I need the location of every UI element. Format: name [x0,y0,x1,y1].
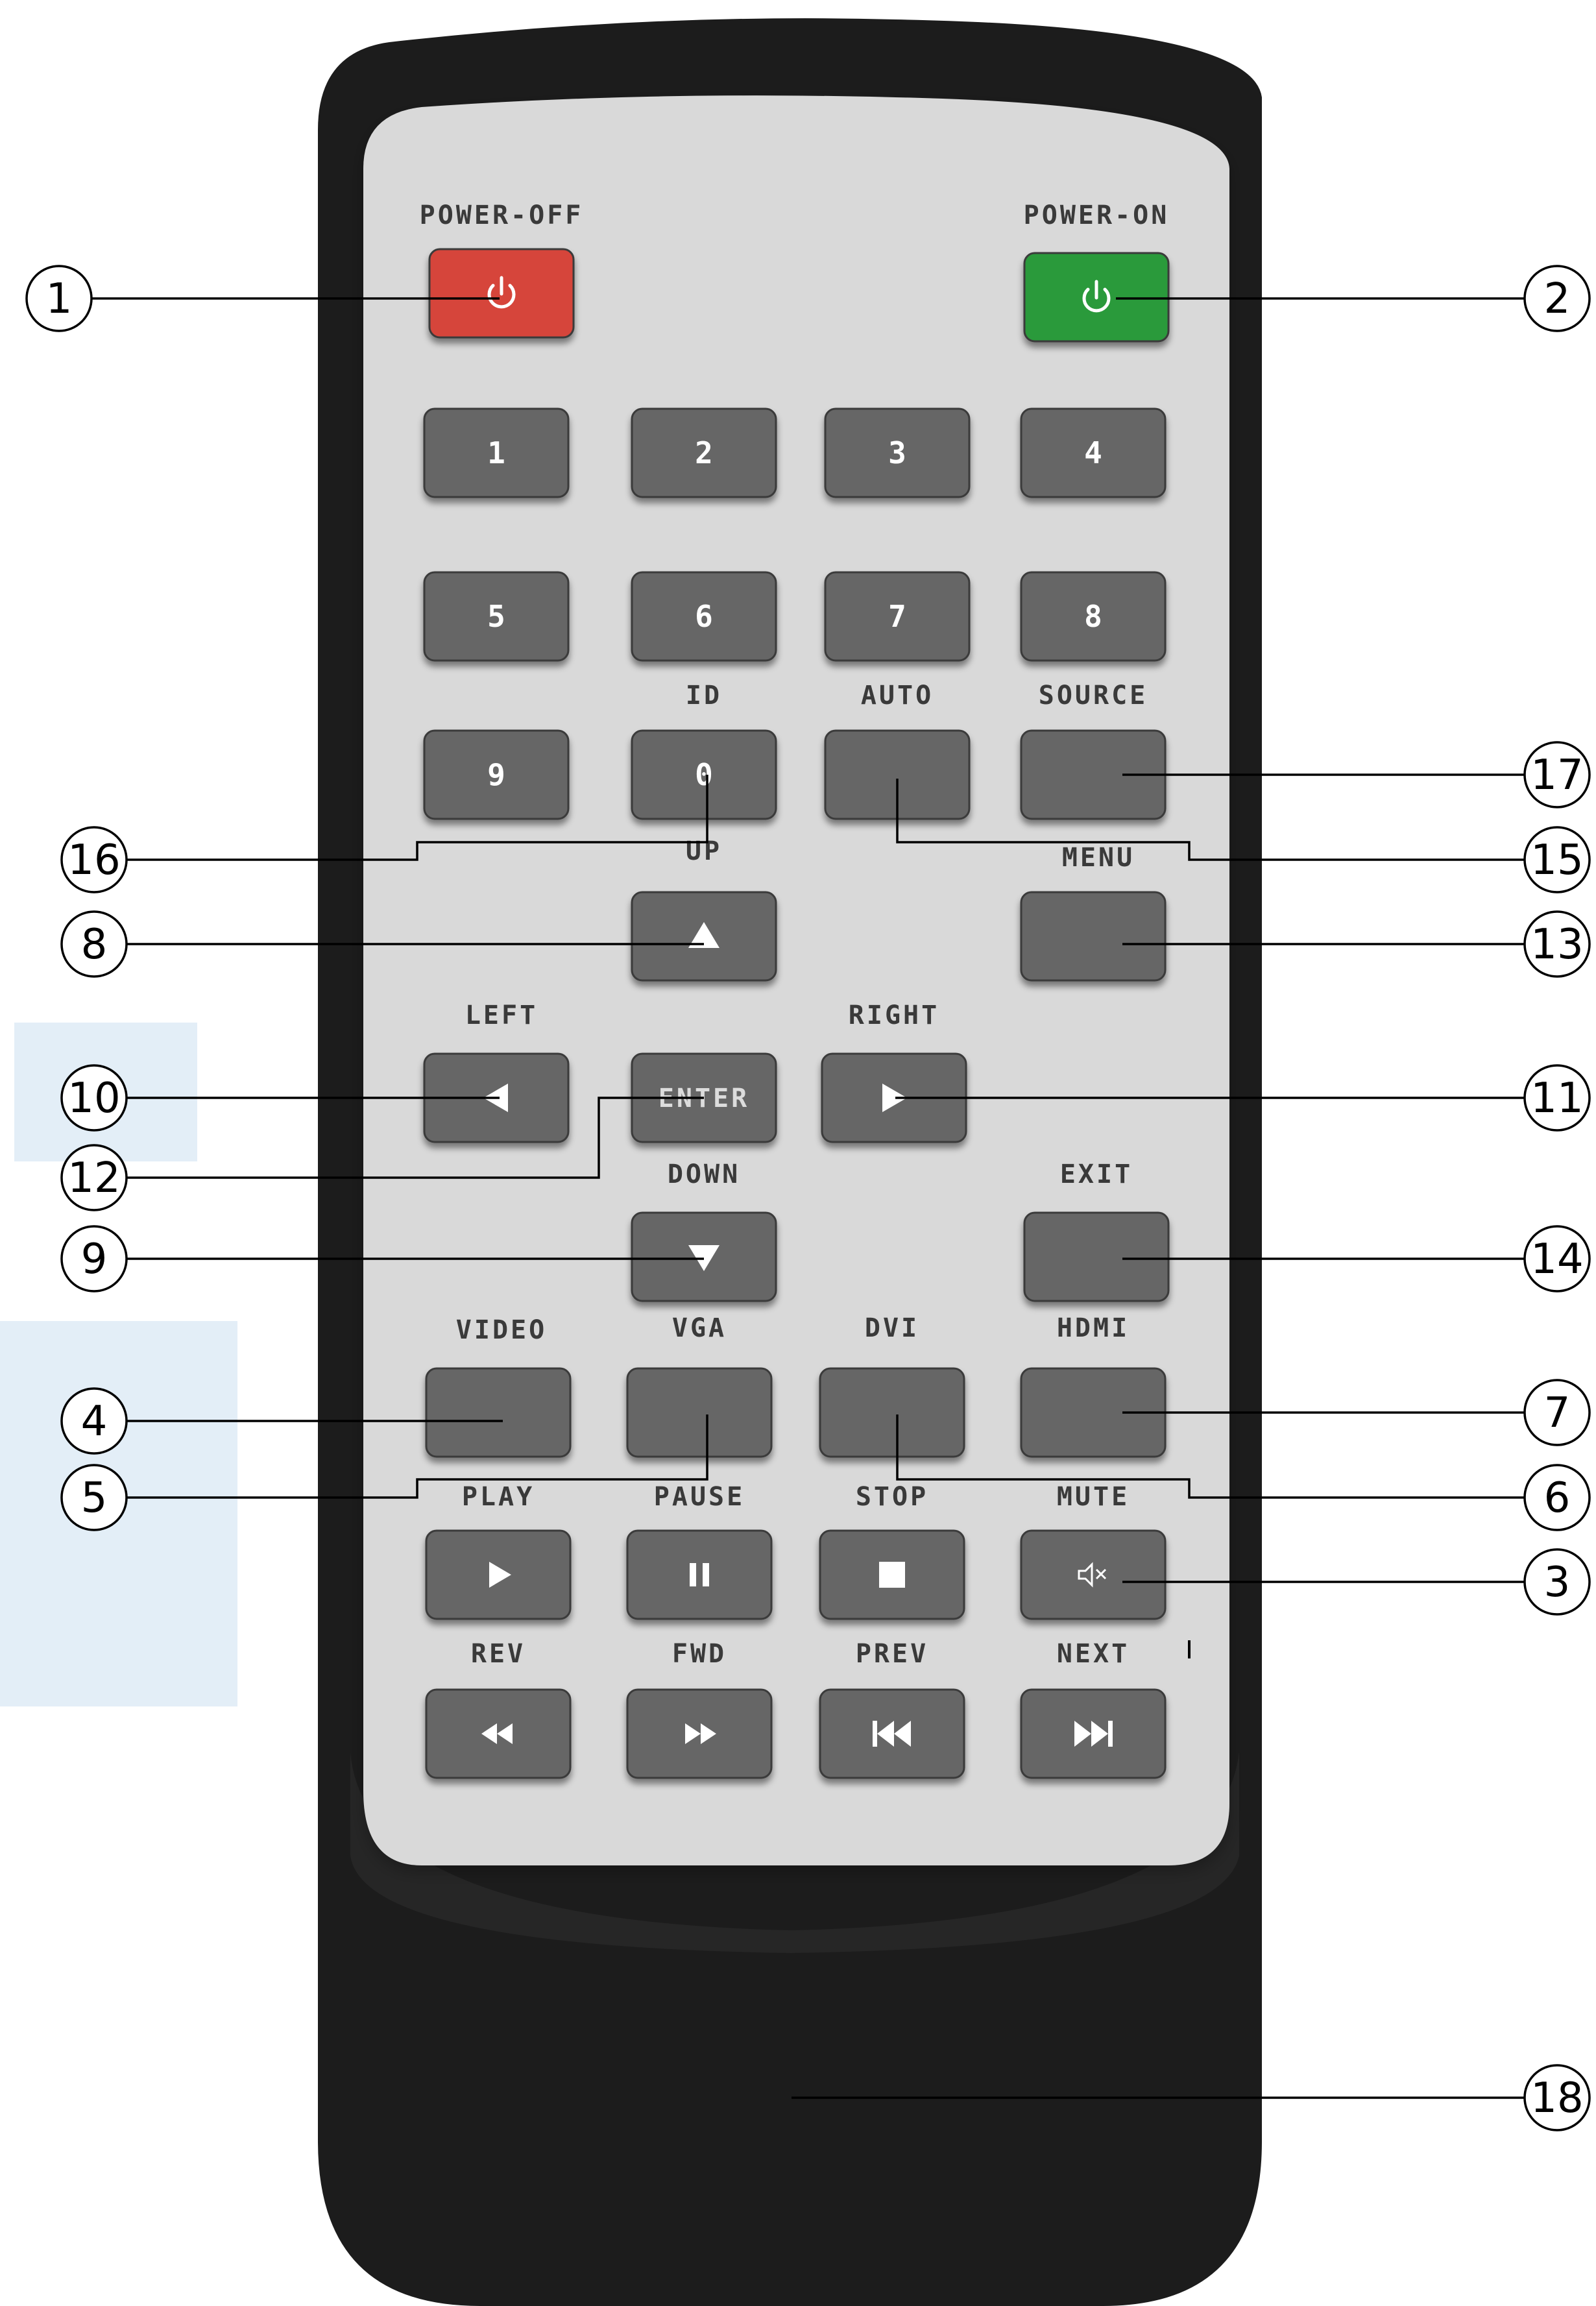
stop-label: STOP [856,1482,928,1512]
callout-number: 8 [81,921,108,969]
dvi-label: DVI [865,1313,919,1343]
callout-2: 2 [1523,265,1591,332]
up-label: UP [686,836,722,866]
power-off-label: POWER-OFF [420,200,584,230]
video-button[interactable] [425,1367,572,1458]
mute-label: MUTE [1057,1482,1130,1512]
num-2-text: 2 [695,435,713,470]
stop-icon [879,1562,905,1588]
pause-button-face[interactable] [626,1529,773,1620]
rev-label: REV [471,1639,526,1669]
callout-9: 9 [60,1225,128,1293]
callout-number: 7 [1544,1389,1571,1437]
vga-label: VGA [672,1313,727,1343]
callout-4: 4 [60,1387,128,1455]
fwd-label: FWD [672,1639,727,1669]
callout-number: 12 [67,1154,120,1202]
callout-number: 18 [1530,2074,1583,2122]
right-label: RIGHT [849,1001,939,1030]
exit-button-face[interactable] [1023,1211,1170,1302]
callout-1: 1 [25,265,93,332]
vga-button-face[interactable] [626,1367,773,1458]
pause-button[interactable] [626,1529,773,1620]
callout-number: 14 [1530,1235,1583,1283]
callout-number: 2 [1544,275,1571,323]
power-on-label: POWER-ON [1024,200,1170,230]
num-8-text: 8 [1084,599,1102,634]
callout-10: 10 [60,1064,128,1132]
num-5-text: 5 [487,599,505,634]
exit-label: EXIT [1060,1159,1133,1189]
callout-number: 17 [1530,751,1583,799]
callout-17: 17 [1523,741,1591,808]
num-7-text: 7 [888,599,906,634]
video-label: VIDEO [456,1315,547,1345]
menu-button[interactable] [1020,891,1167,982]
mute-button[interactable] [1020,1529,1167,1620]
callout-14: 14 [1523,1225,1591,1293]
callout-15: 15 [1523,826,1591,893]
callout-18: 18 [1523,2064,1591,2131]
callout-11: 11 [1523,1064,1591,1132]
video-button-face[interactable] [425,1367,572,1458]
callout-7: 7 [1523,1379,1591,1446]
mute-button-face[interactable] [1020,1529,1167,1620]
callout-number: 15 [1530,836,1583,884]
callout-16: 16 [60,826,128,893]
callout-number: 16 [67,836,120,884]
callout-6: 6 [1523,1464,1591,1531]
dvi-button-face[interactable] [819,1367,965,1458]
callout-number: 9 [81,1235,108,1283]
exit-button[interactable] [1023,1211,1170,1302]
source-label: SOURCE [1039,681,1148,710]
num-3-text: 3 [888,435,906,470]
callout-number: 10 [67,1074,120,1123]
num-4-text: 4 [1084,435,1102,470]
callout-number: 11 [1530,1074,1583,1123]
callout-number: 4 [81,1398,108,1446]
callout-8: 8 [60,910,128,978]
vga-button[interactable] [626,1367,773,1458]
pause-label: PAUSE [654,1482,745,1512]
hdmi-label: HDMI [1057,1313,1130,1343]
auto-label: AUTO [861,681,934,710]
callout-12: 12 [60,1144,128,1211]
callout-13: 13 [1523,910,1591,978]
num-0-label: ID [686,681,722,710]
menu-label: MENU [1062,843,1135,873]
num-6-text: 6 [695,599,713,634]
callout-number: 1 [46,275,73,323]
prev-label: PREV [856,1639,928,1669]
callout-3: 3 [1523,1548,1591,1616]
dvi-button[interactable] [819,1367,965,1458]
num-1-text: 1 [487,435,505,470]
callout-number: 13 [1530,921,1583,969]
next-label: NEXT [1057,1639,1130,1669]
callout-number: 5 [81,1474,108,1522]
remote-control-diagram: POWER-OFF POWER-ON ID AUTO SOURCE UP MENU LEFT R… [0,18,1591,2306]
callout-number: 6 [1544,1474,1571,1522]
play-label: PLAY [462,1482,535,1512]
menu-button-face[interactable] [1020,891,1167,982]
num-0-text: 0 [695,757,713,792]
left-label: LEFT [465,1001,538,1030]
callout-5: 5 [60,1464,128,1531]
down-label: DOWN [668,1159,740,1189]
num-9-text: 9 [487,757,505,792]
callout-number: 3 [1544,1559,1571,1607]
